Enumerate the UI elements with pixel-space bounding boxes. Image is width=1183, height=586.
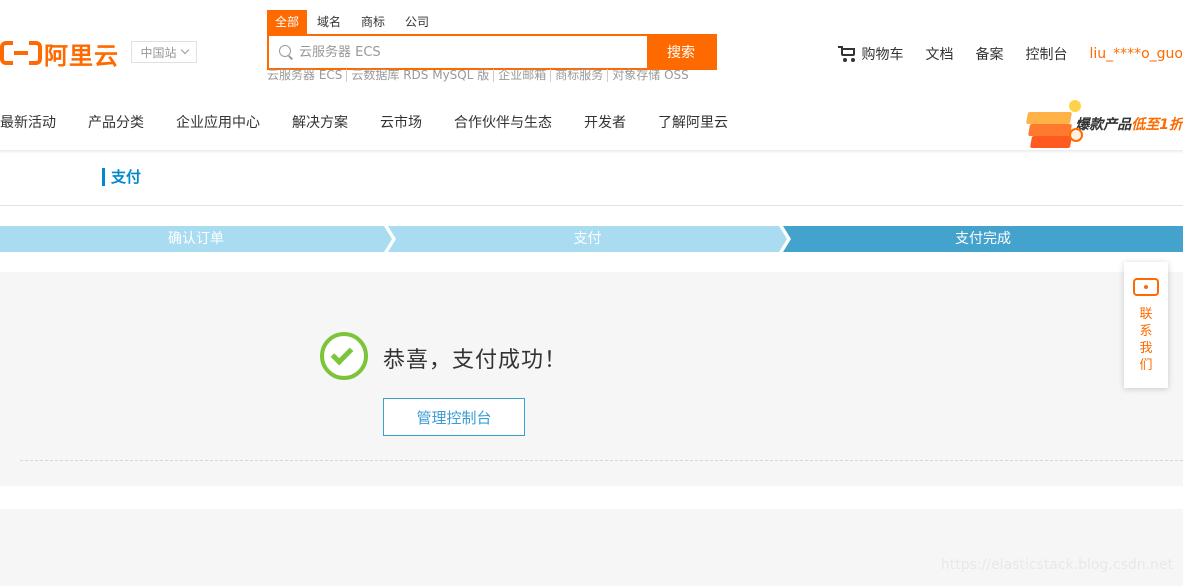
contact-us-float[interactable]: 联系我们 — [1124, 262, 1168, 388]
step-pay: 支付 — [388, 226, 787, 252]
header-shadow — [0, 150, 1183, 154]
cart-label: 购物车 — [861, 47, 904, 63]
aliyun-logo-icon — [0, 39, 42, 67]
success-message: 恭喜，支付成功！ — [383, 348, 568, 373]
watermark: https://elasticstack.blog.csdn.net — [940, 557, 1173, 573]
nav-item-solutions[interactable]: 解决方案 — [292, 112, 348, 132]
search-tab-all[interactable]: 全部 — [267, 10, 308, 34]
step-confirm-order: 确认订单 — [0, 226, 392, 252]
search-box: 搜索 — [267, 34, 717, 70]
progress-steps: 确认订单 支付 支付完成 — [0, 226, 1183, 252]
docs-link[interactable]: 文档 — [925, 44, 953, 64]
hot-word-link[interactable]: 云服务器 ECS — [267, 69, 346, 82]
hot-word-link[interactable]: 商标服务 — [550, 69, 607, 82]
step-label: 支付 — [573, 231, 602, 247]
search-button[interactable]: 搜索 — [647, 36, 715, 68]
step-label: 支付完成 — [955, 231, 1011, 247]
promo-stack-icon — [1023, 98, 1083, 150]
search-tab-trademark[interactable]: 商标 — [351, 10, 395, 34]
site-header: 阿里云 中国站 全部 域名 商标 公司 搜索 云服务器 ECS 云数据库 RDS… — [0, 0, 1183, 150]
filing-link[interactable]: 备案 — [975, 44, 1003, 64]
payment-success-panel: 恭喜，支付成功！ 管理控制台 — [0, 272, 1183, 486]
hot-word-link[interactable]: 对象存储 OSS — [607, 69, 693, 82]
chat-bubble-icon — [1133, 278, 1159, 296]
search-input[interactable] — [299, 44, 599, 60]
search-icon — [279, 45, 294, 60]
cart-link[interactable]: 购物车 — [838, 44, 903, 64]
nav-item-about[interactable]: 了解阿里云 — [658, 112, 728, 132]
logo-text: 阿里云 — [44, 41, 119, 70]
success-check-icon — [320, 332, 368, 380]
chevron-down-icon — [180, 45, 189, 55]
dashed-divider — [20, 460, 1183, 461]
page-title: 支付 — [102, 168, 141, 186]
hot-word-link[interactable]: 云数据库 RDS MySQL 版 — [346, 69, 493, 82]
step-payment-complete: 支付完成 — [783, 226, 1183, 252]
aliyun-logo[interactable]: 阿里云 — [0, 38, 119, 70]
search-tab-domain[interactable]: 域名 — [307, 10, 351, 34]
search-tabs: 全部 域名 商标 公司 — [267, 10, 439, 34]
search-input-wrap — [269, 36, 647, 68]
step-label: 确认订单 — [168, 231, 224, 247]
search-tab-company[interactable]: 公司 — [395, 10, 439, 34]
user-account-link[interactable]: liu_****o_guo — [1089, 46, 1183, 62]
contact-us-label: 联系我们 — [1139, 307, 1153, 373]
region-label: 中国站 — [140, 45, 177, 60]
region-selector[interactable]: 中国站 — [131, 41, 197, 63]
nav-item-developers[interactable]: 开发者 — [584, 112, 626, 132]
nav-item-products[interactable]: 产品分类 — [88, 112, 144, 132]
hot-search-words: 云服务器 ECS 云数据库 RDS MySQL 版 企业邮箱 商标服务 对象存储… — [267, 69, 693, 82]
nav-item-marketplace[interactable]: 云市场 — [380, 112, 422, 132]
cart-icon — [838, 46, 856, 62]
promo-banner[interactable]: 爆款产品低至1折 — [1023, 98, 1183, 150]
hot-word-link[interactable]: 企业邮箱 — [493, 69, 550, 82]
nav-item-partners[interactable]: 合作伙伴与生态 — [454, 112, 552, 132]
console-link[interactable]: 控制台 — [1025, 44, 1067, 64]
divider — [0, 205, 1183, 206]
promo-text: 爆款产品低至1折 — [1075, 117, 1183, 133]
lower-panel — [0, 509, 1183, 586]
nav-item-enterprise-apps[interactable]: 企业应用中心 — [176, 112, 260, 132]
nav-item-latest-events[interactable]: 最新活动 — [0, 112, 56, 132]
manage-console-button[interactable]: 管理控制台 — [383, 398, 525, 436]
main-nav: 最新活动 产品分类 企业应用中心 解决方案 云市场 合作伙伴与生态 开发者 了解… — [0, 112, 760, 132]
top-right-links: 购物车 文档 备案 控制台 liu_****o_guo — [816, 44, 1183, 64]
